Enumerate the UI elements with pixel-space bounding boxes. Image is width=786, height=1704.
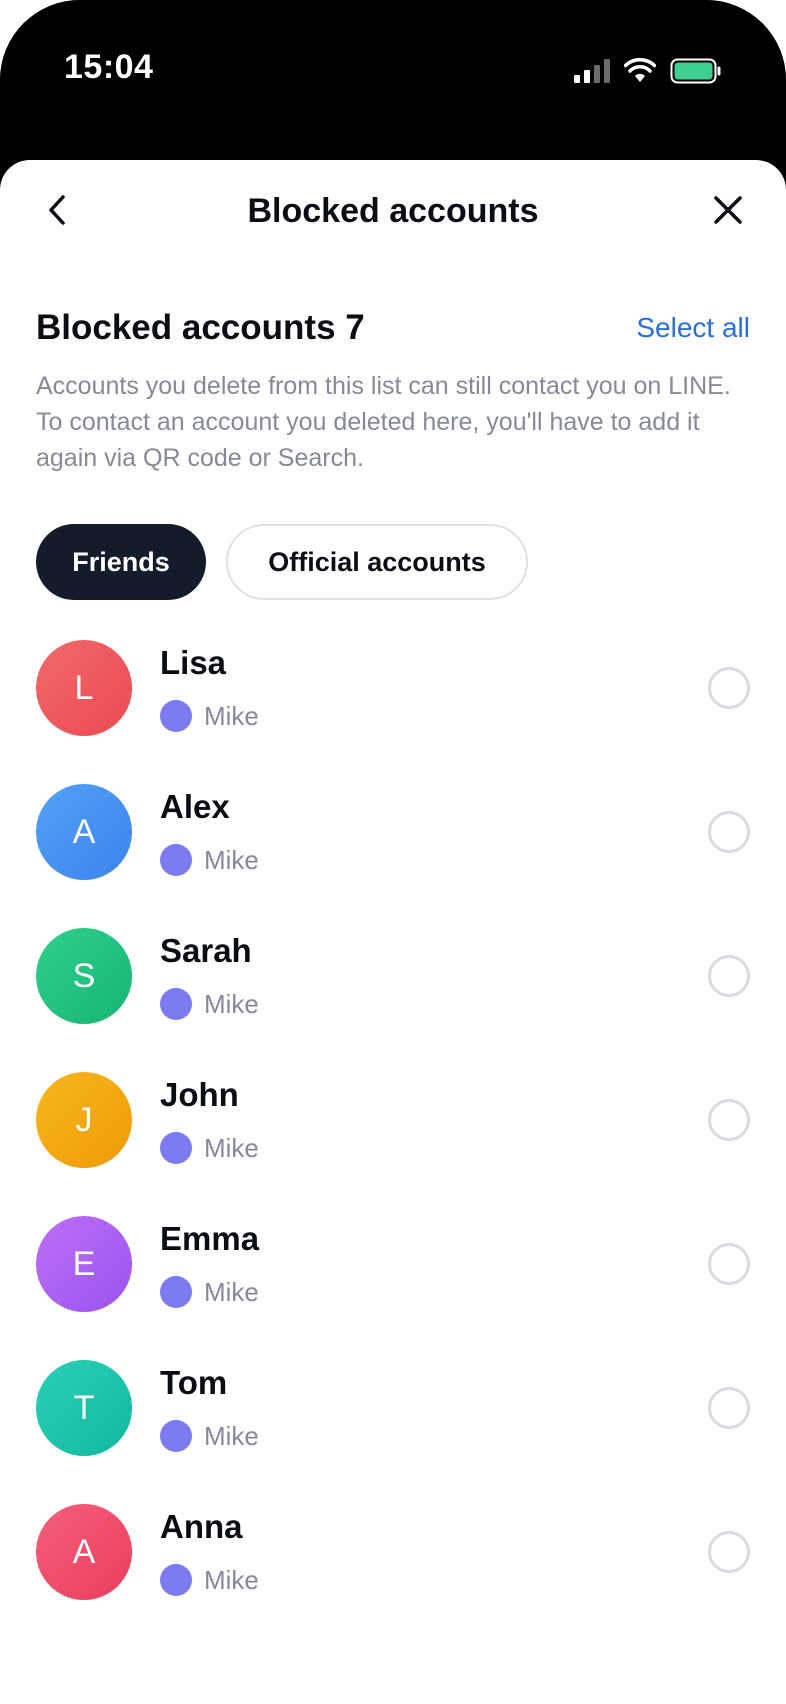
account-subtitle: Mike (160, 988, 259, 1020)
account-name: Lisa (160, 644, 227, 681)
select-radio[interactable] (708, 1387, 750, 1429)
avatar: A (36, 784, 132, 880)
account-name: Emma (160, 1220, 260, 1257)
account-name: Alex (160, 788, 230, 825)
profile-dot-icon (160, 844, 192, 876)
profile-dot-icon (160, 1564, 192, 1596)
avatar: L (36, 640, 132, 736)
tab-official-accounts[interactable]: Official accounts (226, 524, 528, 600)
account-subtitle: Mike (160, 844, 259, 876)
list-item[interactable]: E Emma Mike (0, 1216, 786, 1360)
select-radio[interactable] (708, 811, 750, 853)
select-radio[interactable] (708, 1099, 750, 1141)
profile-dot-icon (160, 700, 192, 732)
wifi-icon (624, 58, 656, 82)
blocked-accounts-sheet: Blocked accounts Blocked accounts 7 Sele… (0, 160, 786, 1704)
subtitle-label: Mike (204, 844, 259, 875)
profile-dot-icon (160, 1420, 192, 1452)
subtitle-label: Mike (204, 1420, 259, 1451)
subtitle-label: Mike (204, 1132, 259, 1163)
section-header: Blocked accounts 7 Select all (36, 308, 750, 348)
status-time: 15:04 (64, 48, 154, 86)
filter-tabs: Friends Official accounts (36, 524, 528, 600)
select-all-link[interactable]: Select all (636, 312, 750, 344)
subtitle-label: Mike (204, 1564, 259, 1595)
description-text: Accounts you delete from this list can s… (36, 372, 731, 472)
list-item[interactable]: L Lisa Mike (0, 640, 786, 784)
list-item[interactable]: A Alex Mike (0, 784, 786, 928)
select-radio[interactable] (708, 955, 750, 997)
account-subtitle: Mike (160, 1276, 259, 1308)
subtitle-label: Mike (204, 988, 259, 1019)
avatar: E (36, 1216, 132, 1312)
list-item[interactable]: J John Mike (0, 1072, 786, 1216)
tab-friends[interactable]: Friends (36, 524, 206, 600)
nav-bar: Blocked accounts (0, 160, 786, 260)
account-name: Tom (160, 1364, 228, 1401)
account-subtitle: Mike (160, 1132, 259, 1164)
status-icons (574, 56, 722, 86)
list-item[interactable]: A Anna Mike (0, 1504, 786, 1648)
avatar: A (36, 1504, 132, 1600)
status-bar: 15:04 (0, 0, 786, 150)
account-name: Sarah (160, 932, 252, 969)
phone-screen: 15:04 Blocked accounts Blocked accounts … (0, 0, 786, 1704)
avatar: T (36, 1360, 132, 1456)
select-radio[interactable] (708, 1531, 750, 1573)
signal-icon (574, 59, 610, 83)
account-subtitle: Mike (160, 700, 259, 732)
close-button[interactable] (706, 188, 750, 232)
account-name: John (160, 1076, 239, 1113)
profile-dot-icon (160, 1276, 192, 1308)
profile-dot-icon (160, 988, 192, 1020)
account-name: Anna (160, 1508, 243, 1545)
subtitle-label: Mike (204, 1276, 259, 1307)
select-radio[interactable] (708, 667, 750, 709)
profile-dot-icon (160, 1132, 192, 1164)
list-item[interactable]: S Sarah Mike (0, 928, 786, 1072)
close-icon (714, 196, 742, 224)
account-subtitle: Mike (160, 1420, 259, 1452)
select-radio[interactable] (708, 1243, 750, 1285)
account-subtitle: Mike (160, 1564, 259, 1596)
page-title: Blocked accounts (247, 192, 539, 230)
battery-icon (670, 58, 721, 84)
avatar: S (36, 928, 132, 1024)
section-title: Blocked accounts 7 (36, 308, 365, 347)
avatar: J (36, 1072, 132, 1168)
blocked-accounts-list: L Lisa Mike A Alex Mike S Sarah Mike J J… (0, 640, 786, 1648)
list-item[interactable]: T Tom Mike (0, 1360, 786, 1504)
subtitle-label: Mike (204, 700, 259, 731)
